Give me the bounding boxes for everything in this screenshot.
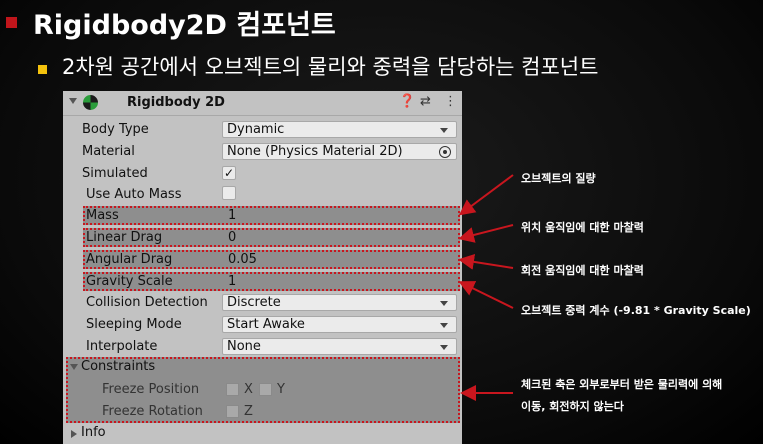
- gravity-scale-arrow: [458, 281, 514, 309]
- constraints-annotation-line2: 이동, 회전하지 않는다: [521, 400, 624, 413]
- linear-drag-arrow: [458, 224, 514, 243]
- angular-drag-annotation: 회전 움직임에 대한 마찰력: [521, 264, 644, 277]
- mass-annotation: 오브젝트의 질량: [521, 172, 596, 185]
- gravity-scale-annotation: 오브젝트 중력 계수 (-9.81 * Gravity Scale): [521, 304, 751, 317]
- constraints-annotation-line1: 체크된 축은 외부로부터 받은 물리력에 의해: [521, 378, 723, 391]
- mass-arrow: [458, 174, 514, 216]
- linear-drag-annotation: 위치 움직임에 대한 마찰력: [521, 221, 644, 234]
- angular-drag-arrow: [458, 253, 514, 270]
